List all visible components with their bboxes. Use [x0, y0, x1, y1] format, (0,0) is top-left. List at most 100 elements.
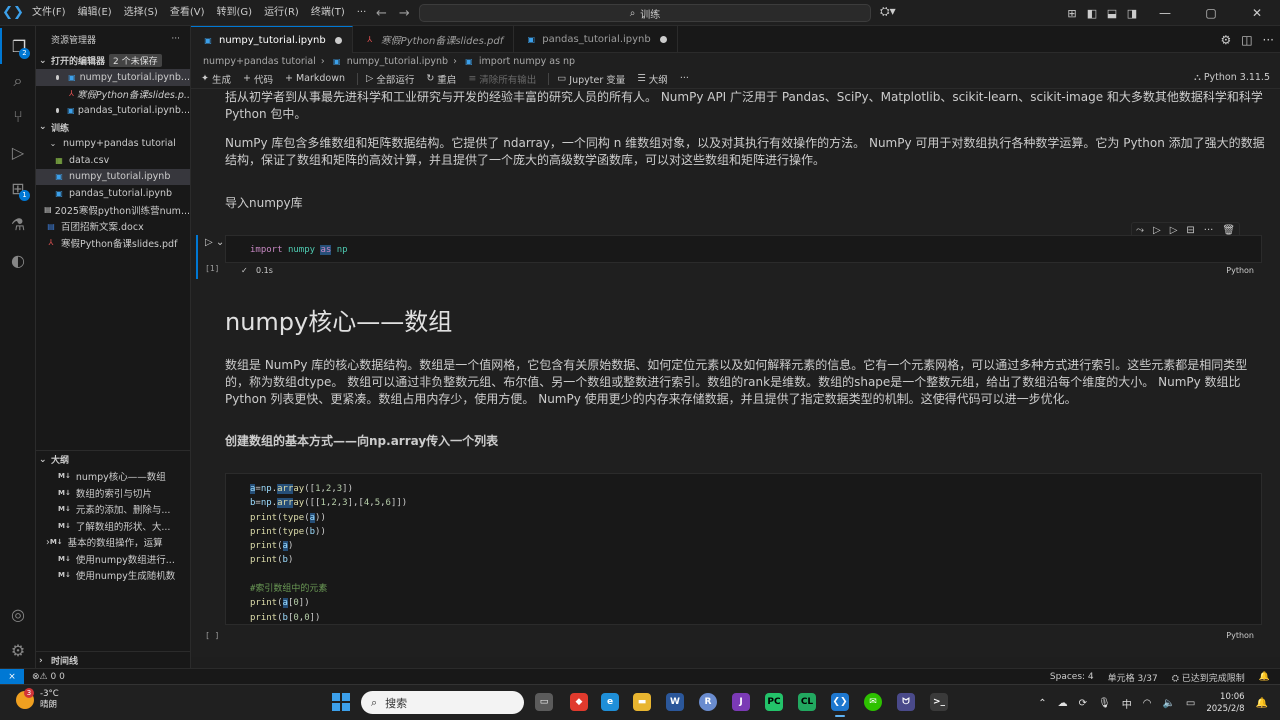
clock[interactable]: 10:06 2025/2/8 [1206, 691, 1244, 715]
code-line[interactable]: import numpy as np [250, 243, 348, 257]
tab-slides-pdf[interactable]: ⅄ 寒假Python备课slides.pdf [353, 26, 515, 53]
outline-item[interactable]: M↓ 了解数组的形状、大... [36, 518, 190, 535]
execute-below-icon[interactable]: ▷ [1170, 225, 1178, 236]
task-view-icon[interactable]: ▭ [535, 693, 553, 711]
generate-button[interactable]: ✦ 生成 [201, 72, 231, 86]
terminal-icon[interactable]: >_ [930, 693, 948, 711]
extensions-icon[interactable]: ⊞ 1 [0, 170, 36, 206]
kernel-picker[interactable]: ⛬ Python 3.11.5 [1194, 72, 1270, 83]
windows-start-icon[interactable] [332, 693, 350, 711]
menu-view[interactable]: 查看(V) [164, 0, 211, 26]
file-item[interactable]: ▤ 2025寒假python训练营num... [36, 202, 190, 219]
minimize-icon[interactable]: — [1142, 6, 1188, 20]
breadcrumb-file[interactable]: numpy_tutorial.ipynb [347, 56, 448, 67]
breadcrumb-cell[interactable]: import numpy as np [479, 56, 575, 67]
microphone-icon[interactable]: 🎙 [1098, 698, 1111, 709]
wifi-icon[interactable]: ◠ [1143, 698, 1152, 709]
source-control-icon[interactable]: ⑂ [0, 98, 36, 134]
open-editor-item[interactable]: ▣ pandas_tutorial.ipynb... [36, 102, 190, 119]
split-editor-icon[interactable]: ◫ [1241, 33, 1252, 47]
cell-language[interactable]: Python [1226, 266, 1254, 275]
ime-indicator[interactable]: 中 [1122, 696, 1132, 711]
remote-icon[interactable]: ⨯ [0, 668, 24, 685]
toggle-panel-icon[interactable]: ⬓ [1102, 7, 1122, 20]
split-cell-icon[interactable]: ⊟ [1186, 225, 1194, 236]
delete-cell-icon[interactable]: 🗑 [1222, 225, 1235, 236]
menu-selection[interactable]: 选择(S) [118, 0, 164, 26]
tab-pandas-tutorial[interactable]: ▣ pandas_tutorial.ipynb [514, 26, 678, 53]
menu-run[interactable]: 运行(R) [258, 0, 305, 26]
toggle-secondary-sidebar-icon[interactable]: ◨ [1122, 7, 1142, 20]
outline-item[interactable]: M↓ numpy核心——数组 [36, 468, 190, 485]
account-icon[interactable]: ◎ [0, 596, 36, 632]
folder-section[interactable]: ⌄ 训练 [36, 119, 190, 136]
breadcrumb-folder[interactable]: numpy+pandas tutorial [203, 56, 316, 67]
folder-item[interactable]: ⌄ numpy+pandas tutorial [36, 136, 190, 153]
command-center-search[interactable]: ⌕ 训练 [419, 4, 871, 22]
run-all-button[interactable]: ▷ 全部运行 [366, 72, 414, 86]
outline-item[interactable]: M↓ 使用numpy数组进行... [36, 551, 190, 568]
code-cell[interactable]: a=np.array([1,2,3]) b=np.array([[1,2,3],… [196, 473, 1262, 643]
execute-above-icon[interactable]: ▷ [1153, 225, 1161, 236]
code-editor[interactable]: import numpy as np [225, 235, 1262, 263]
code-cell[interactable]: ▷ ⌄ [1] import numpy as np ✓ 0.1s Python [196, 235, 1262, 279]
battery-icon[interactable]: ▭ [1186, 698, 1195, 709]
settings-gear-icon[interactable]: ⚙ [0, 632, 36, 668]
outline-item[interactable]: M↓ 使用numpy生成随机数 [36, 567, 190, 584]
file-item[interactable]: ▣ pandas_tutorial.ipynb [36, 185, 190, 202]
code-editor[interactable]: a=np.array([1,2,3]) b=np.array([[1,2,3],… [225, 473, 1262, 625]
app-r-icon[interactable]: R [699, 693, 717, 711]
back-arrow-icon[interactable]: ← [376, 6, 387, 21]
volume-icon[interactable]: 🔈 [1162, 698, 1174, 709]
indentation-indicator[interactable]: Spaces: 4 [1050, 672, 1094, 682]
search-icon[interactable]: ⌕ [0, 63, 36, 99]
more-actions-icon[interactable]: ··· [1204, 225, 1214, 236]
close-icon[interactable]: ✕ [1234, 6, 1280, 20]
more-actions-button[interactable]: ··· [680, 73, 689, 84]
menu-file[interactable]: 文件(F) [26, 0, 72, 26]
file-explorer-icon[interactable]: ▬ [633, 693, 651, 711]
toggle-sidebar-icon[interactable]: ◧ [1082, 7, 1102, 20]
open-editors-section[interactable]: ⌄ 打开的编辑器 2 个未保存 [36, 52, 190, 69]
run-cell-icon[interactable]: ▷ ⌄ [205, 237, 224, 248]
vscode-taskbar-icon[interactable]: ❮❯ [831, 693, 849, 717]
outline-section[interactable]: ⌄ 大纲 [36, 451, 190, 468]
app-red-diamond-icon[interactable]: ◆ [570, 693, 588, 711]
menu-terminal[interactable]: 终端(T) [305, 0, 351, 26]
taskbar-search[interactable]: ⌕ 搜索 [361, 691, 524, 714]
unsaved-dot-icon[interactable] [659, 36, 667, 43]
wechat-icon[interactable]: ✉ [864, 693, 882, 711]
problems-indicator[interactable]: ⊗⚠ 0 0 [32, 672, 65, 682]
menu-more[interactable]: ··· [351, 0, 373, 26]
app-cat-icon[interactable]: ᗢ [897, 693, 915, 711]
jetbrains-app-icon[interactable]: J [732, 693, 750, 711]
pycharm-icon[interactable]: PC [765, 693, 783, 711]
testing-flask-icon[interactable]: ⚗ [0, 206, 36, 242]
word-icon[interactable]: W [666, 693, 684, 711]
run-debug-icon[interactable]: ▷ [0, 134, 36, 170]
tab-numpy-tutorial[interactable]: ▣ numpy_tutorial.ipynb [191, 26, 353, 53]
timeline-section[interactable]: › 时间线 [36, 652, 190, 668]
open-editor-item[interactable]: ⅄ 寒假Python备课slides.p... [36, 86, 190, 103]
outline-button[interactable]: ☰ 大纲 [637, 72, 668, 86]
outline-item[interactable]: M↓ 元素的添加、删除与... [36, 501, 190, 518]
code-block[interactable]: a=np.array([1,2,3]) b=np.array([[1,2,3],… [250, 482, 407, 625]
clear-outputs-button[interactable]: ≡ 清除所有输出 [468, 72, 536, 86]
restart-button[interactable]: ↻ 重启 [426, 72, 456, 86]
more-actions-icon[interactable]: ··· [1263, 33, 1274, 47]
clion-icon[interactable]: CL [798, 693, 816, 711]
weather-widget[interactable]: 3 -3°C 晴朗 [16, 688, 59, 711]
copilot-status[interactable]: ⛭ 已达到完成限制 [1172, 671, 1245, 684]
menu-go[interactable]: 转到(G) [211, 0, 259, 26]
explorer-icon[interactable]: ❐ 2 [0, 28, 36, 64]
file-item[interactable]: ▦ data.csv [36, 152, 190, 169]
copilot-icon[interactable]: ⛭▾ [880, 4, 896, 19]
file-item[interactable]: ⅄ 寒假Python备课slides.pdf [36, 235, 190, 252]
cell-indicator[interactable]: 单元格 3/37 [1108, 671, 1158, 684]
maximize-icon[interactable]: ▢ [1188, 6, 1234, 20]
outline-item[interactable]: › M↓ 基本的数组操作，运算 [36, 534, 190, 551]
chevron-up-icon[interactable]: ⌃ [1038, 698, 1046, 709]
jupyter-variables-button[interactable]: ▭ Jupyter 变量 [557, 72, 625, 86]
cloud-icon[interactable]: ☁ [1058, 698, 1068, 709]
edge-devtools-icon[interactable]: ◐ [0, 242, 36, 278]
